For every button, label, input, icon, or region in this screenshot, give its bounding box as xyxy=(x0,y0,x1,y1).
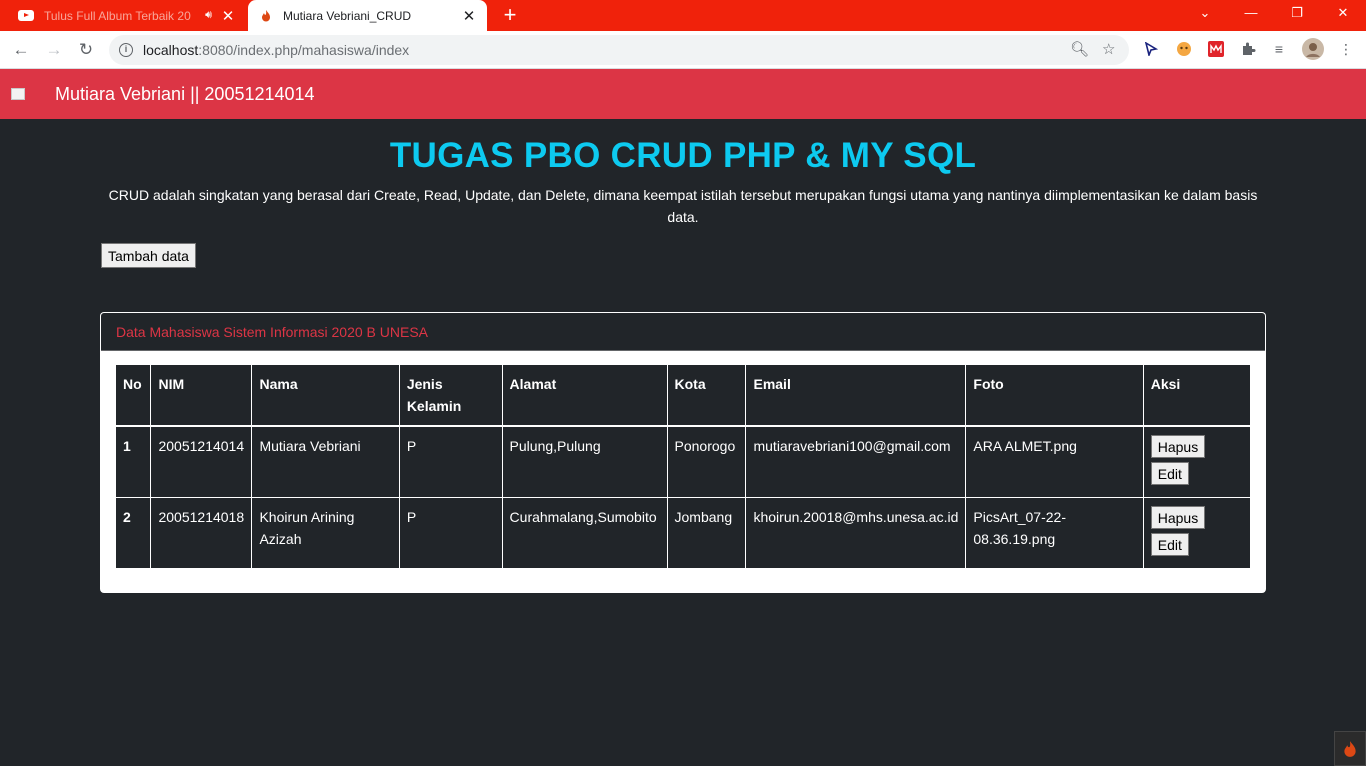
extension-cursor-icon[interactable] xyxy=(1142,40,1160,58)
close-tab-icon[interactable]: ✕ xyxy=(220,7,236,25)
browser-menu-icon[interactable]: ⋮ xyxy=(1337,40,1355,58)
cell-nama: Khoirun Arining Azizah xyxy=(251,497,400,568)
address-bar[interactable]: i localhost:8080/index.php/mahasiswa/ind… xyxy=(109,35,1129,65)
codeigniter-flame-icon xyxy=(1344,740,1356,757)
column-header: Jenis Kelamin xyxy=(398,365,503,427)
cell-nim: 20051214014 xyxy=(150,426,252,498)
delete-button[interactable]: Hapus xyxy=(1150,435,1206,458)
cell-no: 1 xyxy=(123,438,131,454)
table-header-row: No NIM Nama Jenis Kelamin Alamat Kota Em… xyxy=(116,365,1250,427)
profile-avatar[interactable] xyxy=(1302,38,1324,60)
cell-kota: Ponorogo xyxy=(666,426,746,498)
cell-jenis-kelamin: P xyxy=(398,426,503,498)
browser-tab-youtube[interactable]: Tulus Full Album Terbaik 20 🔊︎ ✕ xyxy=(8,0,246,31)
cell-kota: Jombang xyxy=(666,497,746,568)
tab-title: Tulus Full Album Terbaik 20 xyxy=(44,8,191,23)
edit-button[interactable]: Edit xyxy=(1150,462,1189,485)
tab-title: Mutiara Vebriani_CRUD xyxy=(283,8,412,23)
zoom-icon[interactable]: 🔍︎ xyxy=(1070,40,1089,58)
mahasiswa-table: No NIM Nama Jenis Kelamin Alamat Kota Em… xyxy=(116,365,1250,568)
url-text[interactable]: localhost:8080/index.php/mahasiswa/index xyxy=(143,42,409,58)
bookmark-star-icon[interactable]: ☆ xyxy=(1102,40,1115,58)
column-header: Kota xyxy=(666,365,746,427)
forward-arrow-icon[interactable]: → xyxy=(41,37,67,63)
debug-toolbar-toggle[interactable] xyxy=(1334,731,1366,766)
browser-tab-crud[interactable]: Mutiara Vebriani_CRUD ✕ xyxy=(248,0,487,31)
cell-alamat: Pulung,Pulung xyxy=(501,426,668,498)
codeigniter-flame-icon xyxy=(262,9,270,21)
cell-aksi: Hapus Edit xyxy=(1142,497,1250,568)
youtube-icon xyxy=(18,10,34,21)
cell-aksi: Hapus Edit xyxy=(1142,426,1250,498)
extension-face-icon[interactable] xyxy=(1175,40,1193,58)
data-card: Data Mahasiswa Sistem Informasi 2020 B U… xyxy=(100,312,1266,593)
cell-alamat: Curahmalang,Sumobito xyxy=(501,497,668,568)
browser-tab-strip: Tulus Full Album Terbaik 20 🔊︎ ✕ Mutiara… xyxy=(0,0,1366,31)
cell-email: khoirun.20018@mhs.unesa.ac.id xyxy=(745,497,966,568)
tab-search-chevron-icon[interactable]: ⌄ xyxy=(1182,0,1228,31)
app-navbar: Mutiara Vebriani || 20051214014 xyxy=(0,69,1366,119)
cell-no: 2 xyxy=(123,509,131,525)
cell-nama: Mutiara Vebriani xyxy=(251,426,400,498)
cell-jenis-kelamin: P xyxy=(398,497,503,568)
reload-icon[interactable]: ↻ xyxy=(73,37,99,63)
speaker-icon[interactable]: 🔊︎ xyxy=(205,9,212,22)
page-description: CRUD adalah singkatan yang berasal dari … xyxy=(108,187,1258,225)
extensions-puzzle-icon[interactable] xyxy=(1239,40,1257,58)
table-row: 2 20051214018 Khoirun Arining Azizah P C… xyxy=(116,497,1250,568)
page-title: TUGAS PBO CRUD PHP & MY SQL xyxy=(389,136,977,175)
restore-icon[interactable]: ❐ xyxy=(1274,0,1320,31)
minimize-icon[interactable]: — xyxy=(1228,0,1274,31)
site-info-icon[interactable]: i xyxy=(119,43,133,57)
extension-red-icon[interactable] xyxy=(1207,40,1225,58)
navbar-brand[interactable]: Mutiara Vebriani || 20051214014 xyxy=(55,84,315,105)
cell-foto: PicsArt_07-22-08.36.19.png xyxy=(965,497,1144,568)
column-header: No xyxy=(116,365,151,427)
new-tab-plus-icon[interactable]: + xyxy=(499,3,521,27)
edit-button[interactable]: Edit xyxy=(1150,533,1189,556)
cell-foto: ARA ALMET.png xyxy=(965,426,1144,498)
table-row: 1 20051214014 Mutiara Vebriani P Pulung,… xyxy=(116,426,1250,498)
card-header: Data Mahasiswa Sistem Informasi 2020 B U… xyxy=(101,313,1265,351)
back-arrow-icon[interactable]: ← xyxy=(8,37,34,63)
column-header: Alamat xyxy=(501,365,668,427)
delete-button[interactable]: Hapus xyxy=(1150,506,1206,529)
column-header: NIM xyxy=(150,365,252,427)
broken-image-icon xyxy=(11,88,25,100)
column-header: Nama xyxy=(251,365,400,427)
close-tab-icon[interactable]: ✕ xyxy=(461,7,477,25)
cell-email: mutiaravebriani100@gmail.com xyxy=(745,426,966,498)
card-body: No NIM Nama Jenis Kelamin Alamat Kota Em… xyxy=(101,351,1265,582)
add-data-button[interactable]: Tambah data xyxy=(101,243,196,268)
browser-toolbar: ← → ↻ i localhost:8080/index.php/mahasis… xyxy=(0,31,1366,69)
column-header: Foto xyxy=(965,365,1144,427)
media-queue-icon[interactable]: ≡ xyxy=(1270,40,1288,58)
window-close-icon[interactable]: ✕ xyxy=(1320,0,1366,31)
column-header: Aksi xyxy=(1142,365,1250,427)
column-header: Email xyxy=(745,365,966,427)
cell-nim: 20051214018 xyxy=(150,497,252,568)
